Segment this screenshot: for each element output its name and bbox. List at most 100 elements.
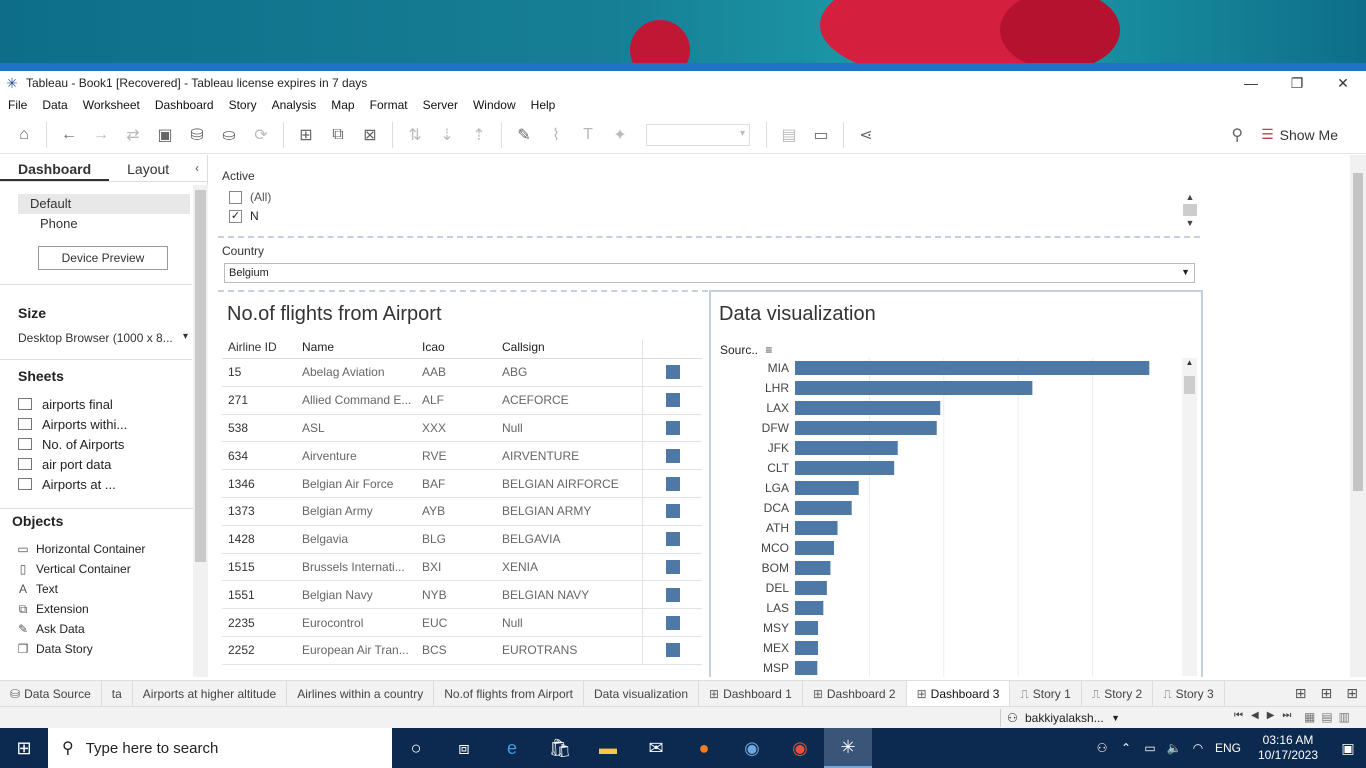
store-button[interactable]: 🛍: [536, 728, 584, 768]
device-preview-button[interactable]: Device Preview: [38, 246, 168, 270]
new-worksheet-button[interactable]: ⊞: [290, 120, 322, 150]
sheet-view-icons[interactable]: ▦▤▥: [1304, 710, 1356, 724]
table-row[interactable]: 634 Airventure RVE AIRVENTURE: [222, 442, 702, 471]
replace-data-source-button[interactable]: ⇄: [117, 120, 149, 150]
checkbox-unchecked[interactable]: [229, 190, 242, 204]
menu-file[interactable]: File: [0, 98, 34, 112]
bar[interactable]: [795, 541, 834, 555]
new-worksheet-icon[interactable]: ⊞: [1295, 685, 1307, 702]
highlight-button[interactable]: ✎: [508, 120, 540, 150]
table-row[interactable]: 2235 Eurocontrol EUC Null: [222, 609, 702, 637]
minimize-button[interactable]: —: [1228, 71, 1274, 95]
firefox-button[interactable]: ●: [680, 728, 728, 768]
mark-square[interactable]: [665, 532, 680, 547]
column-header-airline-id[interactable]: Airline ID: [222, 340, 302, 358]
column-header-icao[interactable]: Icao: [422, 340, 502, 358]
object-item[interactable]: ✎ Ask Data: [0, 619, 207, 639]
sheet-tab[interactable]: ⛁ Data Source: [0, 680, 102, 707]
undo-button[interactable]: ←: [53, 120, 85, 150]
menu-dashboard[interactable]: Dashboard: [147, 98, 221, 112]
sheet-item[interactable]: airports final: [0, 394, 207, 414]
group-button[interactable]: ⌇: [540, 120, 572, 150]
new-story-icon[interactable]: ⊞: [1346, 685, 1358, 702]
wifi-icon[interactable]: ◠: [1186, 741, 1210, 755]
refresh-button[interactable]: ⟳: [245, 120, 277, 150]
chrome-button-2[interactable]: ◉: [776, 728, 824, 768]
bar[interactable]: [795, 461, 895, 475]
show-me-toggle[interactable]: ⚲ ☰ Show Me: [1231, 125, 1366, 145]
table-row[interactable]: 1373 Belgian Army AYB BELGIAN ARMY: [222, 497, 702, 526]
mark-square[interactable]: [665, 615, 680, 630]
menu-worksheet[interactable]: Worksheet: [75, 98, 147, 112]
table-row[interactable]: 1551 Belgian Navy NYB BELGIAN NAVY: [222, 581, 702, 610]
scrollbar-thumb[interactable]: [1353, 173, 1363, 491]
menu-help[interactable]: Help: [523, 98, 563, 112]
taskbar-search-box[interactable]: ⚲ Type here to search: [48, 728, 392, 768]
menu-window[interactable]: Window: [465, 98, 523, 112]
mark-square[interactable]: [665, 365, 680, 380]
bar[interactable]: [795, 621, 819, 635]
redo-button[interactable]: →: [85, 120, 117, 150]
people-icon[interactable]: ⚇: [1090, 741, 1114, 755]
mark-square[interactable]: [665, 559, 680, 574]
bar[interactable]: [795, 381, 1033, 395]
scrollbar-thumb[interactable]: [195, 190, 206, 562]
sheet-item[interactable]: No. of Airports: [0, 434, 207, 454]
fix-axes-button[interactable]: ✦: [604, 120, 636, 150]
menu-analysis[interactable]: Analysis: [264, 98, 324, 112]
battery-icon[interactable]: ▭: [1138, 741, 1162, 755]
left-pane-scrollbar[interactable]: [193, 185, 208, 677]
table-row[interactable]: 271 Allied Command E... ALF ACEFORCE: [222, 386, 702, 415]
bar[interactable]: [795, 441, 898, 455]
menu-format[interactable]: Format: [362, 98, 415, 112]
object-item[interactable]: ❐ Data Story: [0, 639, 207, 659]
table-row[interactable]: 2252 European Air Tran... BCS EUROTRANS: [222, 636, 702, 665]
sheet-item[interactable]: Airports at ...: [0, 474, 207, 494]
sort-ascending-button[interactable]: ⇣: [431, 120, 463, 150]
volume-icon[interactable]: 🔈: [1162, 741, 1186, 755]
country-dropdown[interactable]: Belgium ▼: [224, 263, 1195, 283]
bar[interactable]: [795, 661, 818, 675]
table-row[interactable]: 1428 Belgavia BLG BELGAVIA: [222, 525, 702, 554]
fit-dropdown[interactable]: [646, 123, 750, 146]
table-row[interactable]: 1515 Brussels Internati... BXI XENIA: [222, 553, 702, 582]
object-item[interactable]: A Text: [0, 579, 207, 599]
mark-square[interactable]: [665, 587, 680, 602]
sheet-tab[interactable]: ⎍ Story 1: [1010, 680, 1082, 707]
notification-icon[interactable]: ▣: [1330, 740, 1366, 757]
mark-square[interactable]: [665, 448, 680, 463]
tableau-taskbar-button[interactable]: ✳: [824, 728, 872, 768]
bar[interactable]: [795, 481, 859, 495]
chevron-up-icon[interactable]: ⌃: [1114, 741, 1138, 755]
bar[interactable]: [795, 601, 824, 615]
clock[interactable]: 03:16 AM 10/17/2023: [1246, 733, 1330, 763]
sheet-tab[interactable]: Airports at higher altitude: [133, 680, 288, 707]
checkbox-checked[interactable]: ✓: [229, 209, 242, 223]
mark-square[interactable]: [665, 643, 680, 658]
sort-descending-button[interactable]: ⇡: [463, 120, 495, 150]
sheet-tab[interactable]: No.of flights from Airport: [434, 680, 584, 707]
bar[interactable]: [795, 641, 819, 655]
user-dropdown[interactable]: ⚇ bakkiyalaksh... ▼: [1000, 709, 1124, 727]
bar[interactable]: [795, 501, 852, 515]
file-explorer-button[interactable]: ▬: [584, 728, 632, 768]
restore-button[interactable]: ❐: [1274, 71, 1320, 95]
close-button[interactable]: ✕: [1320, 71, 1366, 95]
menu-map[interactable]: Map: [323, 98, 361, 112]
sheet-item[interactable]: air port data: [0, 454, 207, 474]
table-row[interactable]: 538 ASL XXX Null: [222, 414, 702, 443]
share-button[interactable]: ⋖: [850, 120, 882, 150]
sheet-tab[interactable]: Data visualization: [584, 680, 700, 707]
cortana-button[interactable]: ○: [392, 728, 440, 768]
language-indicator[interactable]: ENG: [1210, 741, 1246, 755]
mark-square[interactable]: [665, 393, 680, 408]
bar[interactable]: [795, 401, 941, 415]
start-button[interactable]: ⊞: [0, 728, 48, 768]
tab-dashboard[interactable]: Dashboard: [0, 155, 110, 181]
tab-layout[interactable]: Layout: [109, 155, 187, 181]
mail-button[interactable]: ✉: [632, 728, 680, 768]
show-cards-button[interactable]: ▤: [773, 120, 805, 150]
edge-button[interactable]: e: [488, 728, 536, 768]
bar[interactable]: [795, 361, 1150, 375]
collapse-pane-button[interactable]: ‹: [187, 155, 207, 181]
